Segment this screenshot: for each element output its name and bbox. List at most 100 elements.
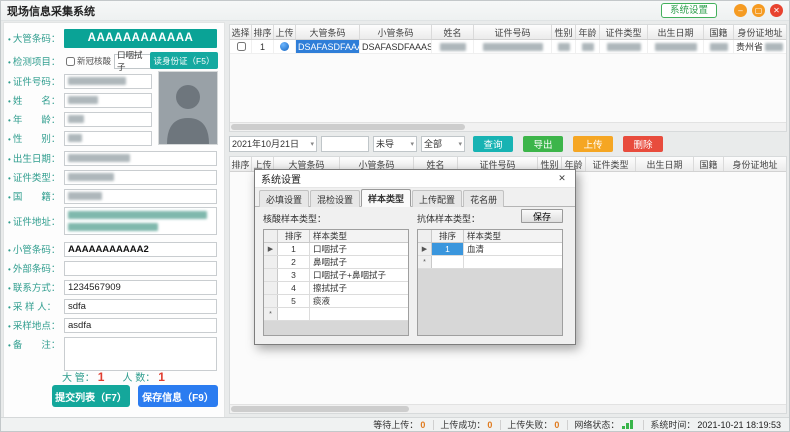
field-external-code: 外部条码： (8, 260, 217, 276)
tab-roster[interactable]: 花名册 (463, 190, 504, 207)
covid-nucleic-checkbox[interactable] (66, 57, 75, 66)
date-select[interactable]: 2021年10月21日 ▾ (229, 136, 317, 152)
field-location: 采样地点： (8, 317, 217, 333)
collector-label: 采 样 人： (8, 299, 64, 313)
waiting-upload-label: 等待上传： (373, 418, 418, 431)
sample-type-value: 口咽拭子 (117, 49, 149, 73)
external-code-input[interactable] (64, 261, 217, 276)
remark-textarea[interactable] (64, 337, 217, 371)
small-tube-input[interactable] (64, 242, 217, 257)
grid-row[interactable]: ▶ 1 血清 (418, 243, 562, 256)
maximize-icon[interactable]: ▢ (752, 4, 765, 17)
redacted-value (68, 173, 114, 181)
field-project: 检测项目： 新冠核酸 口咽拭子 ▾ (8, 53, 146, 69)
tab-sample-type[interactable]: 样本类型 (361, 189, 411, 207)
system-settings-button[interactable]: 系统设置 (661, 3, 717, 18)
tab-mixed-settings[interactable]: 混检设置 (310, 190, 360, 207)
query-button[interactable]: 查询 (473, 136, 513, 152)
redacted-value (558, 43, 570, 51)
current-row-arrow-icon: ▶ (264, 243, 278, 255)
grid-row[interactable]: 4 擦拭拭子 (264, 282, 408, 295)
col-gender: 性别 (552, 25, 576, 39)
col-id-type: 证件类型 (586, 157, 636, 171)
id-number-input[interactable] (64, 74, 152, 89)
id-type-input[interactable] (64, 170, 217, 185)
redacted-value (440, 43, 466, 51)
redacted-value (710, 43, 728, 51)
grid-row[interactable]: 3 口咽拭子+鼻咽拭子 (264, 269, 408, 282)
contact-input[interactable] (64, 280, 217, 295)
upload-success-value: 0 (487, 420, 492, 430)
covid-nucleic-label: 新冠核酸 (77, 55, 111, 67)
field-collector: 采 样 人： (8, 298, 217, 314)
grid-header: 排序 样本类型 (264, 230, 408, 243)
nationality-input[interactable] (64, 189, 217, 204)
delete-button[interactable]: 删除 (623, 136, 663, 152)
location-label: 采样地点： (8, 318, 64, 332)
gender-input[interactable] (64, 131, 152, 146)
id-photo (158, 71, 218, 145)
age-input[interactable] (64, 112, 152, 127)
age-label: 年 龄： (8, 112, 64, 126)
location-input[interactable] (64, 318, 217, 333)
scope-select[interactable]: 全部 ▾ (421, 136, 465, 152)
new-row-icon: * (418, 256, 432, 268)
table-row[interactable]: 1 DSAFASDFAAAS DSAFASDFAAAS1 贵州省 (230, 40, 786, 54)
dialog-close-icon[interactable]: ✕ (555, 173, 569, 184)
col-big-tube: 大管条码 (296, 25, 360, 39)
save-info-button[interactable]: 保存信息（F9） (138, 385, 218, 407)
field-id-address: 证件地址： (8, 207, 217, 235)
redacted-value (68, 115, 84, 123)
keyword-input[interactable] (321, 136, 369, 152)
dialog-save-button[interactable]: 保存 (521, 209, 563, 223)
redacted-value (655, 43, 697, 51)
dropdown-arrow-icon: ▾ (310, 140, 314, 148)
export-button[interactable]: 导出 (523, 136, 563, 152)
grid-col-order: 排序 (432, 230, 464, 242)
import-status-select[interactable]: 未导 ▾ (373, 136, 417, 152)
big-tube-count-value: 1 (98, 370, 105, 384)
row-selector-header (418, 230, 432, 242)
birth-date-input[interactable] (64, 151, 217, 166)
id-number-label: 证件号码： (8, 74, 64, 88)
grid-new-row[interactable]: * (418, 256, 562, 269)
scrollbar-thumb[interactable] (231, 406, 409, 412)
dialog-title: 系统设置 (261, 171, 301, 186)
system-time-label: 系统时间： (650, 418, 695, 431)
status-bar: 等待上传： 0 上传成功： 0 上传失败： 0 网络状态： 系统时间： 2021… (1, 417, 789, 431)
field-nationality: 国 籍： (8, 188, 217, 204)
upload-success-label: 上传成功： (440, 418, 485, 431)
horizontal-scrollbar[interactable] (230, 122, 786, 131)
grid-row[interactable]: 2 鼻咽拭子 (264, 256, 408, 269)
col-nationality: 国籍 (704, 25, 734, 39)
grid-row[interactable]: ▶ 1 口咽拭子 (264, 243, 408, 256)
collector-input[interactable] (64, 299, 217, 314)
redacted-value (582, 43, 594, 51)
col-upload: 上传 (274, 25, 296, 39)
big-tube-count-label: 大 管： (62, 369, 95, 384)
col-address: 身份证地址 (724, 157, 786, 171)
grid-row[interactable]: 5 痰液 (264, 295, 408, 308)
big-tube-label: 大管条码： (8, 31, 64, 45)
name-input[interactable] (64, 93, 152, 108)
read-id-card-button[interactable]: 读身份证（F5） (150, 52, 218, 69)
titlebar: 现场信息采集系统 系统设置 – ▢ ✕ (1, 1, 789, 21)
upload-button[interactable]: 上传 (573, 136, 613, 152)
grid-new-row[interactable]: * (264, 308, 408, 321)
scrollbar-thumb[interactable] (231, 124, 465, 130)
row-select-checkbox[interactable] (237, 42, 246, 51)
col-address: 身份证地址 (734, 25, 786, 39)
field-birth-date: 出生日期： (8, 150, 217, 166)
tab-upload-config[interactable]: 上传配置 (412, 190, 462, 207)
grid-col-order: 排序 (278, 230, 310, 242)
close-icon[interactable]: ✕ (770, 4, 783, 17)
submit-list-button[interactable]: 提交列表（F7） (52, 385, 130, 407)
horizontal-scrollbar[interactable] (230, 404, 786, 413)
row-selector-header (264, 230, 278, 242)
patient-form-panel: 大管条码： AAAAAAAAAAAA 检测项目： 新冠核酸 口咽拭子 ▾ 读身份… (3, 22, 225, 418)
tab-required-settings[interactable]: 必填设置 (259, 190, 309, 207)
divider (433, 420, 434, 430)
id-address-input[interactable] (64, 207, 217, 235)
row-order-cell: 1 (252, 40, 274, 53)
minimize-icon[interactable]: – (734, 4, 747, 17)
